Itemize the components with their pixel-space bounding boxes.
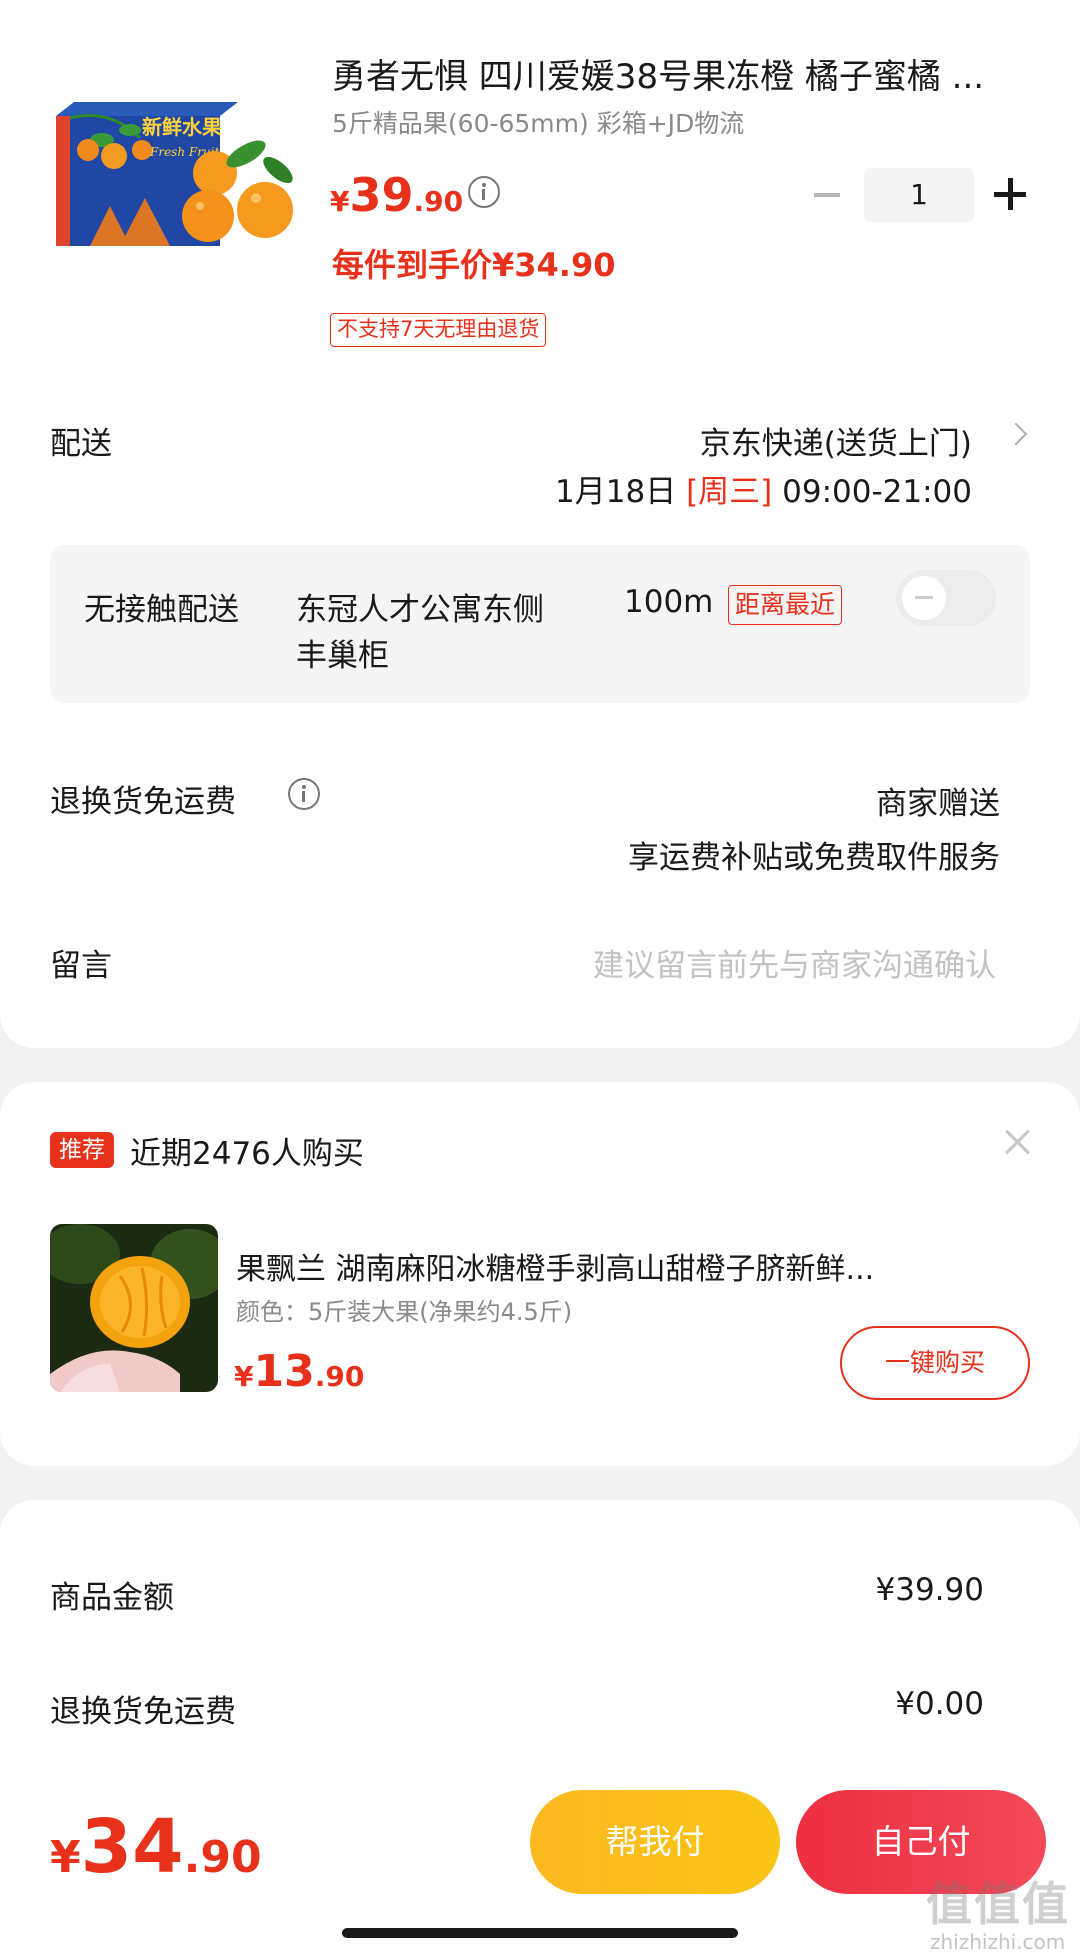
orange-photo-image xyxy=(50,1224,218,1392)
recommend-product-name[interactable]: 果飘兰 湖南麻阳冰糖橙手剥高山甜橙子脐新鲜... xyxy=(236,1244,1002,1288)
total-integer: 34 xyxy=(80,1804,184,1890)
locker-address-line1: 东冠人才公寓东侧 xyxy=(296,592,544,628)
return-shipping-provider: 商家赠送 xyxy=(876,786,1000,822)
quantity-field[interactable]: 1 xyxy=(864,168,974,222)
product-price: ¥39.90 xyxy=(330,168,463,222)
increase-quantity-button[interactable] xyxy=(994,178,1026,210)
total-currency: ¥ xyxy=(50,1832,81,1883)
rec-price-currency: ¥ xyxy=(234,1360,254,1393)
orange-box-image: 新鲜水果 Fresh Fruit xyxy=(56,102,293,246)
contactless-label: 无接触配送 xyxy=(84,592,239,628)
total-price: ¥34.90 xyxy=(50,1804,262,1890)
recommend-title: 近期2476人购买 xyxy=(130,1136,364,1172)
contactless-toggle[interactable] xyxy=(896,570,996,626)
goods-amount-value: ¥39.90 xyxy=(875,1572,984,1608)
price-summary-card xyxy=(0,1500,1080,1800)
one-click-buy-button[interactable]: 一键购买 xyxy=(840,1326,1030,1400)
product-spec: 5斤精品果(60-65mm) 彩箱+JD物流 xyxy=(332,109,745,138)
close-icon[interactable] xyxy=(1004,1128,1032,1156)
delivery-weekday: [周三] xyxy=(686,474,773,510)
total-decimal: .90 xyxy=(183,1832,262,1883)
price-decimal: .90 xyxy=(413,185,464,218)
shipping-fee-value: ¥0.00 xyxy=(895,1686,984,1722)
product-title[interactable]: 勇者无惧 四川爱媛38号果冻橙 橘子蜜橘 ... xyxy=(332,54,1032,100)
rec-price-integer: 13 xyxy=(253,1346,315,1397)
locker-address-line2: 丰巢柜 xyxy=(296,638,389,674)
recommend-product-spec: 颜色：5斤装大果(净果约4.5斤) xyxy=(236,1298,573,1326)
recommend-product-image[interactable] xyxy=(50,1224,218,1392)
message-input[interactable]: 建议留言前先与商家沟通确认 xyxy=(593,940,996,985)
price-currency: ¥ xyxy=(330,185,350,218)
no-return-tag: 不支持7天无理由退货 xyxy=(330,313,547,347)
svg-text:新鲜水果: 新鲜水果 xyxy=(142,115,222,139)
watermark-logo: 值值值 xyxy=(926,1877,1070,1931)
recommend-badge: 推荐 xyxy=(50,1132,114,1168)
locker-distance: 100m xyxy=(624,584,714,620)
delivery-label: 配送 xyxy=(50,426,112,462)
delivery-window: 09:00-21:00 xyxy=(772,474,972,510)
recommend-price: ¥13.90 xyxy=(234,1346,364,1397)
return-shipping-desc: 享运费补贴或免费取件服务 xyxy=(628,840,1000,876)
nearest-tag: 距离最近 xyxy=(728,585,843,625)
toggle-knob xyxy=(902,576,946,620)
home-indicator[interactable] xyxy=(342,1928,738,1938)
delivery-date: 1月18日 xyxy=(555,474,687,510)
return-shipping-label: 退换货免运费 xyxy=(50,784,236,820)
price-integer: 39 xyxy=(349,168,414,222)
product-image[interactable]: 新鲜水果 Fresh Fruit xyxy=(50,98,300,248)
return-shipping-info-icon[interactable] xyxy=(288,778,320,810)
goods-amount-label: 商品金额 xyxy=(50,1580,174,1616)
price-info-icon[interactable] xyxy=(468,176,500,208)
help-me-pay-button[interactable]: 帮我付 xyxy=(530,1790,780,1894)
decrease-quantity-button[interactable] xyxy=(814,193,840,197)
delivery-time[interactable]: 1月18日 [周三] 09:00-21:00 xyxy=(555,466,972,511)
rec-price-decimal: .90 xyxy=(314,1360,365,1393)
shipping-fee-label: 退换货免运费 xyxy=(50,1694,236,1730)
delivery-method[interactable]: 京东快递(送货上门) xyxy=(700,418,972,463)
final-price: 每件到手价¥34.90 xyxy=(332,246,616,284)
watermark-url: zhizhizhi.com xyxy=(930,1930,1066,1954)
message-label: 留言 xyxy=(50,948,112,984)
